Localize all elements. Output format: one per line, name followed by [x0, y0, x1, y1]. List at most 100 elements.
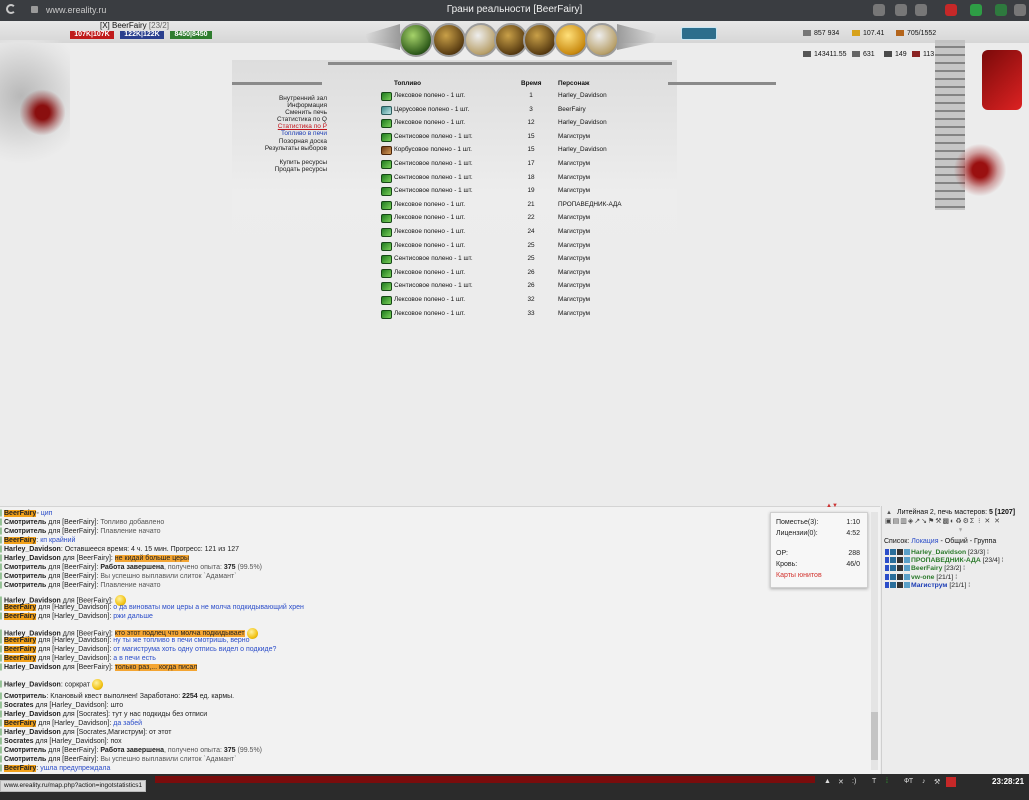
chat-nick[interactable]: Смотритель — [4, 528, 46, 535]
player-name[interactable]: Магиструм — [911, 582, 947, 589]
location-toolbar[interactable]: ▣▤▥◈↗↘⚑⚒▩◐♻⚙Σ ⁝ ✕ ✕ — [885, 517, 1028, 525]
menu-inner-hall[interactable]: Внутренний зал — [255, 95, 327, 102]
player-name[interactable]: BeerFairy — [911, 565, 942, 572]
character-name[interactable]: [X] BeerFairy — [100, 21, 147, 30]
menu-election-results[interactable]: Результаты выборов — [255, 145, 327, 152]
menu-icon[interactable] — [1014, 4, 1026, 16]
character-nick[interactable]: [X] BeerFairy [23/2] — [100, 21, 169, 30]
player-list-item[interactable]: vw-one [21/1] ⁞ — [885, 574, 957, 581]
ext-red-icon[interactable] — [945, 4, 957, 16]
fuel-character[interactable]: Магиструм — [558, 282, 590, 289]
map-button[interactable] — [681, 27, 717, 40]
tab-group[interactable]: Группа — [974, 538, 996, 545]
chat-nick[interactable]: Смотритель — [4, 519, 46, 526]
chat-nick[interactable]: Смотритель — [4, 756, 46, 763]
fuel-character[interactable]: Магиструм — [558, 174, 590, 181]
chat-nick[interactable]: BeerFairy — [4, 720, 37, 727]
chat-nick[interactable]: Harley_Davidson — [4, 711, 61, 718]
ext-green-icon[interactable] — [995, 4, 1007, 16]
menu-stats-r[interactable]: Статистика по Р — [255, 123, 327, 130]
tray-font-icon[interactable]: ФТ — [904, 778, 913, 785]
tray-hammer-icon[interactable]: ⚒ — [934, 778, 940, 786]
chat-input[interactable] — [155, 776, 815, 783]
bookmark-star-icon[interactable] — [915, 4, 927, 16]
fuel-character[interactable]: Магиструм — [558, 187, 590, 194]
chat-nick[interactable]: Harley_Davidson — [4, 729, 61, 736]
chat-nick[interactable]: Socrates — [4, 702, 34, 709]
menu-stats-q[interactable]: Статистика по Q — [255, 116, 327, 123]
info-icon[interactable]: ⁞ — [961, 565, 965, 572]
arrow-icon[interactable] — [885, 557, 889, 564]
fuel-character[interactable]: Магиструм — [558, 255, 590, 262]
nav-book-icon[interactable] — [585, 23, 619, 57]
menu-buy-resources[interactable]: Купить ресурсы — [255, 159, 327, 166]
menu-sell-resources[interactable]: Продать ресурсы — [255, 166, 327, 173]
chat-nick[interactable]: Смотритель — [4, 693, 46, 700]
info-icon[interactable]: ⁞ — [1000, 557, 1004, 564]
chat-nick[interactable]: Смотритель — [4, 582, 46, 589]
menu-change-furnace[interactable]: Сменить печь — [255, 109, 327, 116]
nav-character-icon[interactable] — [399, 23, 433, 57]
location-scroll-up-icon[interactable]: ▲ — [886, 510, 892, 516]
fuel-character[interactable]: Harley_Davidson — [558, 92, 607, 99]
player-list-item[interactable]: Harley_Davidson [23/3] ⁞ — [885, 549, 989, 556]
chat-nick[interactable]: Смотритель — [4, 564, 46, 571]
fuel-character[interactable]: Harley_Davidson — [558, 119, 607, 126]
tab-common[interactable]: Общий — [945, 538, 968, 545]
tray-up-icon[interactable]: ▲ — [824, 778, 831, 785]
chat-scrollbar-thumb[interactable] — [871, 712, 878, 760]
fuel-character[interactable]: ПРОПАВЕДНИК-АДА — [558, 201, 622, 208]
player-name[interactable]: vw-one — [911, 574, 934, 581]
chat-nick[interactable]: BeerFairy — [4, 604, 37, 611]
chat-nick[interactable]: BeerFairy — [4, 537, 37, 544]
tray-green-icon[interactable]: ⁞ — [886, 778, 888, 785]
tray-t-icon[interactable]: T — [872, 778, 876, 785]
fuel-character[interactable]: Магиструм — [558, 133, 590, 140]
nav-inventory-icon[interactable] — [432, 23, 466, 57]
fuel-character[interactable]: BeerFairy — [558, 106, 586, 113]
tab-location[interactable]: Локация — [911, 538, 938, 545]
chat-nick[interactable]: Harley_Davidson — [4, 664, 61, 671]
arrow-icon[interactable] — [885, 549, 889, 556]
fuel-character[interactable]: Магиструм — [558, 242, 590, 249]
fuel-character[interactable]: Магиструм — [558, 310, 590, 317]
fuel-character[interactable]: Магиструм — [558, 214, 590, 221]
info-icon[interactable]: ⁞ — [966, 582, 970, 589]
tray-red-icon[interactable] — [946, 777, 956, 787]
chat-collapse-arrows[interactable]: ▲▼ — [826, 503, 838, 509]
tray-music-icon[interactable]: ♪ — [922, 778, 926, 785]
fuel-character[interactable]: Магиструм — [558, 269, 590, 276]
menu-information[interactable]: Информация — [255, 102, 327, 109]
player-name[interactable]: Harley_Davidson — [911, 549, 966, 556]
menu-fuel-in-furnace[interactable]: Топливо в печи — [255, 130, 327, 137]
chat-nick[interactable]: BeerFairy — [4, 655, 37, 662]
chat-nick[interactable]: Смотритель — [4, 573, 46, 580]
info-icon[interactable]: ⁞ — [953, 574, 957, 581]
flag-icon[interactable]: ♆ — [958, 527, 963, 534]
chat-nick[interactable]: Harley_Davidson — [4, 555, 61, 562]
extensions-icon[interactable] — [873, 4, 885, 16]
arrow-icon[interactable] — [885, 565, 889, 572]
chat-nick[interactable]: Смотритель — [4, 747, 46, 754]
unit-cards-link[interactable]: Карты юнитов — [776, 572, 860, 579]
fuel-character[interactable]: Магиструм — [558, 228, 590, 235]
nav-skills-icon[interactable] — [523, 23, 557, 57]
player-list-item[interactable]: Магиструм [21/1] ⁞ — [885, 582, 970, 589]
chat-nick[interactable]: Harley_Davidson — [4, 546, 61, 553]
chat-nick[interactable]: BeerFairy — [4, 637, 37, 644]
bookmarks-icon[interactable] — [895, 4, 907, 16]
arrow-icon[interactable] — [885, 582, 889, 589]
arrow-icon[interactable] — [885, 574, 889, 581]
fuel-character[interactable]: Магиструм — [558, 296, 590, 303]
nav-battle-icon[interactable] — [464, 23, 498, 57]
tray-close-icon[interactable]: ✕ — [838, 778, 844, 786]
player-list-item[interactable]: BeerFairy [23/2] ⁞ — [885, 565, 965, 572]
chat-nick[interactable]: BeerFairy — [4, 646, 37, 653]
nav-money-icon[interactable] — [554, 23, 588, 57]
chat-nick[interactable]: BeerFairy — [4, 510, 37, 517]
chat-nick[interactable]: BeerFairy — [4, 613, 37, 620]
player-list-item[interactable]: ПРОПАВЕДНИК-АДА [23/4] ⁞ — [885, 557, 1004, 564]
chat-nick[interactable]: BeerFairy — [4, 765, 37, 772]
chat-nick[interactable]: Harley_Davidson — [4, 681, 61, 688]
tray-smile-icon[interactable]: :) — [852, 778, 856, 785]
